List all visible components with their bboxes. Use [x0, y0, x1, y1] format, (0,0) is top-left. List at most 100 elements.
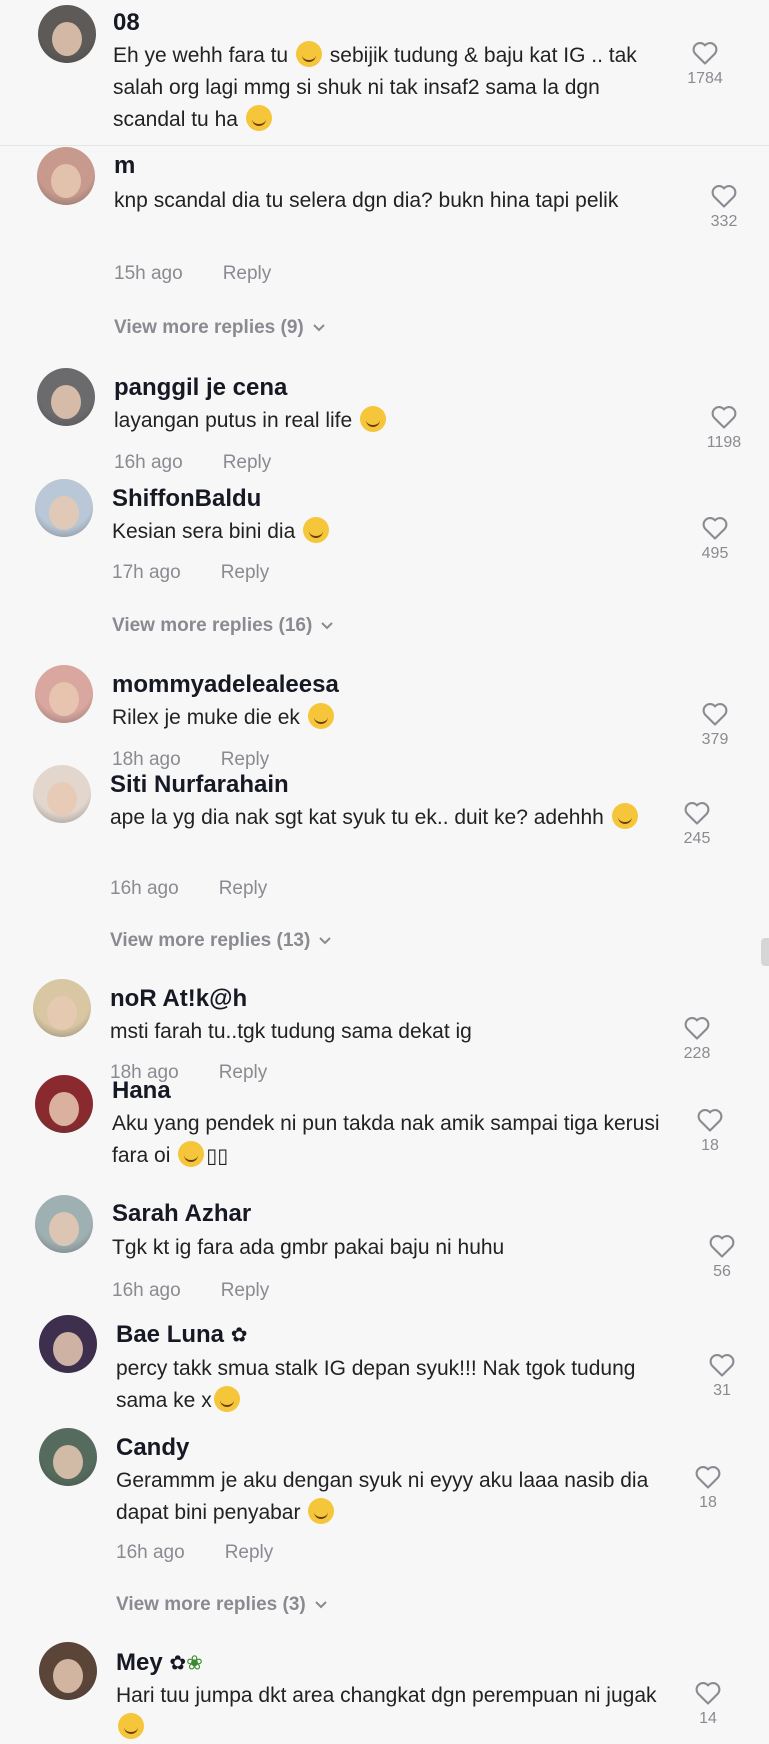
comment-username[interactable]: panggil je cena	[114, 374, 287, 402]
like-button[interactable]: 245	[667, 800, 727, 848]
comment-username[interactable]: m	[114, 152, 135, 180]
comment-time: 16h ago	[110, 878, 179, 899]
comment-text: Rilex je muke die ek	[112, 702, 672, 734]
comment-username[interactable]: Mey ✿❀	[116, 1649, 203, 1678]
chevron-down-icon	[315, 1601, 327, 1609]
relieved-emoji-icon	[308, 1498, 335, 1524]
like-button[interactable]: 31	[692, 1352, 752, 1400]
like-count: 379	[701, 731, 729, 748]
chevron-down-icon	[321, 622, 334, 630]
avatar[interactable]	[39, 1428, 97, 1486]
reply-button[interactable]: Reply	[221, 749, 270, 770]
comment-text: percy takk smua stalk IG depan syuk!!! N…	[116, 1357, 636, 1412]
chevron-down-icon	[313, 324, 325, 332]
reply-button[interactable]: Reply	[223, 452, 272, 473]
comment-username[interactable]: ShiffonBaldu	[112, 485, 261, 513]
heart-icon	[695, 1466, 721, 1489]
chevron-down-icon	[319, 937, 332, 945]
like-button[interactable]: 228	[667, 1015, 727, 1063]
like-count: 14	[699, 1710, 717, 1727]
avatar[interactable]	[38, 5, 96, 63]
comment-time: 16h ago	[114, 452, 183, 473]
scrollbar-handle[interactable]	[761, 938, 769, 966]
avatar[interactable]	[35, 1075, 93, 1133]
comment-username[interactable]: mommyadelealeesa	[112, 671, 339, 699]
view-more-replies-button[interactable]: View more replies (13)	[110, 929, 332, 953]
comment-username[interactable]: Sarah Azhar	[112, 1200, 251, 1228]
comment-time: 17h ago	[112, 562, 181, 583]
comment-time: 18h ago	[112, 749, 181, 770]
heart-icon	[697, 1109, 723, 1132]
heart-icon	[711, 406, 737, 429]
avatar[interactable]	[39, 1315, 97, 1373]
grin-sweat-emoji-icon	[611, 803, 638, 829]
avatar[interactable]	[37, 147, 95, 205]
heart-icon	[695, 1682, 721, 1705]
grin-sweat-emoji-icon	[213, 1386, 240, 1412]
heart-icon	[692, 42, 718, 65]
heart-icon	[709, 1354, 735, 1377]
comment-username[interactable]: Bae Luna ✿	[116, 1321, 247, 1350]
reply-button[interactable]: Reply	[219, 1062, 268, 1083]
comment-username[interactable]: noR At!k@h	[110, 985, 247, 1013]
relieved-emoji-icon	[307, 703, 334, 729]
heart-icon	[709, 1235, 735, 1258]
comment-text: msti farah tu..tgk tudung sama dekat ig	[110, 1020, 472, 1043]
avatar[interactable]	[39, 1642, 97, 1700]
avatar[interactable]	[35, 665, 93, 723]
avatar[interactable]	[37, 368, 95, 426]
reply-button[interactable]: Reply	[223, 263, 272, 284]
divider	[0, 145, 769, 146]
like-count: 56	[713, 1263, 731, 1280]
like-count: 18	[701, 1137, 719, 1154]
comment-meta: 16h ago Reply	[112, 1279, 269, 1303]
leaf-icon: ❀	[186, 1652, 203, 1675]
dove-icon: ✿	[169, 1652, 187, 1675]
grin-sweat-emoji-icon	[118, 1713, 144, 1739]
like-button[interactable]: 14	[678, 1680, 738, 1728]
avatar[interactable]	[35, 479, 93, 537]
like-count: 1784	[687, 70, 723, 87]
comment-meta: 17h ago Reply	[112, 561, 269, 585]
like-button[interactable]: 1784	[675, 40, 735, 88]
sad-emoji-icon	[303, 517, 330, 543]
like-button[interactable]: 332	[694, 183, 754, 231]
comment-time: 15h ago	[114, 263, 183, 284]
like-button[interactable]: 1198	[694, 404, 754, 452]
like-button[interactable]: 379	[685, 701, 745, 749]
comment-username[interactable]: 08	[113, 9, 140, 37]
comment-text: layangan putus in real life	[114, 405, 674, 437]
view-more-replies-button[interactable]: View more replies (3)	[116, 1593, 328, 1617]
like-button[interactable]: 18	[678, 1464, 738, 1512]
reply-button[interactable]: Reply	[219, 878, 268, 899]
like-count: 31	[713, 1382, 731, 1399]
like-button[interactable]: 495	[685, 515, 745, 563]
comment-text: knp scandal dia tu selera dgn dia? bukn …	[114, 189, 619, 212]
reply-button[interactable]: Reply	[221, 1280, 270, 1301]
comment-username[interactable]: Hana	[112, 1077, 171, 1105]
like-count: 495	[701, 545, 729, 562]
comment-username[interactable]: Siti Nurfarahain	[110, 771, 289, 799]
heart-icon	[702, 703, 728, 726]
like-button[interactable]: 56	[692, 1233, 752, 1281]
like-count: 1198	[706, 434, 742, 451]
comment-meta: 16h ago Reply	[116, 1541, 273, 1565]
reply-button[interactable]: Reply	[221, 562, 270, 583]
dove-icon: ✿	[230, 1324, 248, 1347]
avatar[interactable]	[35, 1195, 93, 1253]
rofl-emoji-icon	[360, 406, 387, 432]
grin-sweat-emoji-icon	[295, 41, 322, 67]
tired-face-emoji-icon	[178, 1141, 205, 1167]
comment-username[interactable]: Candy	[116, 1434, 189, 1462]
view-more-replies-button[interactable]: View more replies (9)	[114, 316, 326, 340]
comment-time: 16h ago	[116, 1542, 185, 1563]
avatar[interactable]	[33, 979, 91, 1037]
grin-sweat-emoji-icon	[245, 105, 272, 131]
unknown-glyph-icon: ▯▯	[206, 1145, 229, 1168]
like-button[interactable]: 18	[680, 1107, 740, 1155]
view-more-replies-button[interactable]: View more replies (16)	[112, 614, 334, 638]
heart-icon	[711, 185, 737, 208]
avatar[interactable]	[33, 765, 91, 823]
reply-button[interactable]: Reply	[225, 1542, 274, 1563]
comment-text: Eh ye wehh fara tu sebijik tudung & baju…	[113, 40, 673, 136]
